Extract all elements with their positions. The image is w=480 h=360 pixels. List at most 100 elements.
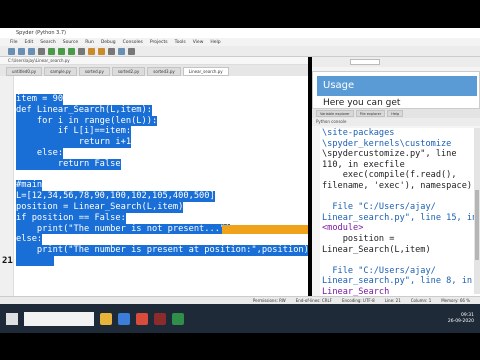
code-line[interactable]: return i+1 bbox=[16, 137, 132, 148]
code-line[interactable]: else: bbox=[16, 148, 64, 159]
code-line[interactable]: return False bbox=[16, 158, 121, 170]
pane-tab[interactable]: Help bbox=[387, 110, 404, 117]
edge-icon[interactable] bbox=[118, 312, 130, 325]
editor-tabs: untitled0.py sample.py sorted.py sorted2.py… bbox=[0, 65, 308, 76]
code-line[interactable]: else: bbox=[16, 234, 43, 246]
code-line[interactable]: print("The number is present at position… bbox=[16, 245, 308, 256]
editor-tab[interactable]: Linear_search.py bbox=[182, 67, 229, 76]
new-file-icon[interactable] bbox=[8, 47, 15, 55]
console-tab[interactable]: Python console bbox=[312, 118, 480, 126]
open-file-icon[interactable] bbox=[18, 47, 25, 55]
run-cell-icon[interactable] bbox=[58, 47, 65, 55]
editor-tab[interactable]: sorted.py bbox=[78, 67, 110, 76]
code-line[interactable]: #main bbox=[16, 180, 43, 192]
status-item: Permissions: RW bbox=[252, 298, 286, 303]
console-line: Linear_Search(L,item) bbox=[322, 244, 431, 255]
code-line[interactable]: for i in range(len(L)): bbox=[16, 115, 158, 127]
code-line[interactable]: L=[12,34,56,78,90,100,102,105,400,500] bbox=[16, 191, 215, 202]
run-icon[interactable] bbox=[48, 47, 55, 55]
code-line[interactable]: position = Linear_Search(L,item) bbox=[16, 202, 184, 213]
console-line: \site-packages bbox=[322, 128, 395, 138]
python-path-icon[interactable] bbox=[128, 47, 135, 55]
menu-item-help[interactable]: Help bbox=[210, 40, 220, 45]
save-all-icon[interactable] bbox=[38, 47, 45, 55]
editor-tab[interactable]: sorted3.py bbox=[147, 67, 181, 76]
menu-item-file[interactable]: File bbox=[10, 40, 18, 45]
status-item: Encoding: UTF-8 bbox=[341, 298, 375, 303]
help-heading: Usage bbox=[317, 76, 477, 96]
current-line-highlight bbox=[16, 256, 54, 266]
menu-item-run[interactable]: Run bbox=[85, 40, 94, 45]
menu-bar: File Edit Search Source Run Debug Consoles Proj… bbox=[0, 38, 480, 46]
code-line[interactable]: if L[i]==item: bbox=[16, 126, 132, 138]
window-title: Spyder (Python 3.7) bbox=[0, 28, 480, 38]
console-line: Linear_search.py", line 15, in bbox=[322, 212, 478, 223]
console-line: Linear_Search bbox=[322, 287, 390, 296]
chrome-icon[interactable] bbox=[136, 312, 148, 325]
status-bar: Permissions: RW End-of-lines: CRLF Encodin… bbox=[0, 296, 480, 304]
preferences-icon[interactable] bbox=[118, 47, 125, 55]
help-pane: Usage Here you can get bbox=[312, 71, 480, 109]
run-cell-advance-icon[interactable] bbox=[68, 47, 75, 55]
help-search-input[interactable] bbox=[350, 59, 380, 65]
occurrence-highlight bbox=[222, 224, 308, 234]
code-line[interactable]: if position == False: bbox=[16, 212, 126, 224]
windows-start-icon[interactable] bbox=[6, 312, 18, 325]
right-panes: Usage Here you can get Variable explorer… bbox=[312, 57, 480, 296]
screen: Spyder (Python 3.7) File Edit Search Source… bbox=[0, 0, 480, 360]
console-line: Linear_search.py", line 8, in bbox=[322, 276, 473, 287]
code-line[interactable]: item = 90 bbox=[16, 94, 64, 105]
menu-item-edit[interactable]: Edit bbox=[25, 40, 34, 45]
console-line: filename, 'exec'), namespace) bbox=[322, 181, 473, 191]
file-path: C:\Users\ajay\Linear_search.py bbox=[0, 57, 308, 65]
menu-item-projects[interactable]: Projects bbox=[150, 40, 168, 45]
taskbar-clock[interactable]: 09:31 26-09-2020 bbox=[448, 313, 480, 325]
pane-tab[interactable]: File explorer bbox=[355, 110, 386, 117]
status-item: Line: 21 bbox=[384, 298, 401, 303]
code-editor[interactable]: item = 90 def Linear_Search(L,item): for … bbox=[0, 76, 308, 296]
console-line: 110, in execfile bbox=[322, 159, 405, 170]
save-icon[interactable] bbox=[28, 47, 35, 55]
step-icon[interactable] bbox=[88, 47, 95, 55]
letterbox-top bbox=[0, 0, 480, 28]
spyder-icon[interactable] bbox=[154, 312, 166, 325]
console-line: File "C:/Users/ajay/ bbox=[322, 265, 436, 276]
letterbox-bottom bbox=[0, 333, 480, 360]
menu-item-source[interactable]: Source bbox=[63, 40, 78, 45]
file-explorer-icon[interactable] bbox=[100, 312, 112, 325]
console-scroll-thumb[interactable] bbox=[475, 190, 479, 260]
help-toolbar bbox=[312, 57, 480, 67]
app-icon[interactable] bbox=[172, 312, 184, 325]
pane-tab[interactable]: Variable explorer bbox=[316, 110, 354, 117]
taskbar-search-box[interactable] bbox=[24, 311, 94, 326]
taskbar: 09:31 26-09-2020 bbox=[0, 304, 480, 333]
menu-item-tools[interactable]: Tools bbox=[175, 40, 186, 45]
clock-date: 26-09-2020 bbox=[447, 318, 474, 324]
stop-icon[interactable] bbox=[98, 47, 105, 55]
status-item: End-of-lines: CRLF bbox=[295, 298, 332, 303]
console-line: \spyder_kernels\customize bbox=[322, 138, 452, 149]
maximize-pane-icon[interactable] bbox=[108, 47, 115, 55]
code-line[interactable]: print("The number is not present...") bbox=[16, 223, 231, 235]
menu-item-debug[interactable]: Debug bbox=[101, 40, 116, 45]
editor-tab[interactable]: sample.py bbox=[44, 67, 77, 76]
console-line: \spydercustomize.py", line bbox=[322, 149, 457, 160]
console-line: <module> bbox=[322, 223, 364, 234]
menu-item-consoles[interactable]: Consoles bbox=[123, 40, 143, 45]
console-output[interactable]: \site-packages \spyder_kernels\customize \… bbox=[320, 128, 480, 296]
code-line[interactable]: def Linear_Search(L,item): bbox=[16, 104, 152, 116]
console-line: File "C:/Users/ajay/ bbox=[322, 202, 436, 213]
console-line: position = bbox=[322, 234, 395, 244]
status-item: Column: 1 bbox=[410, 298, 432, 303]
menu-item-view[interactable]: View bbox=[193, 40, 204, 45]
toolbar bbox=[0, 46, 480, 57]
editor-tab[interactable]: untitled0.py bbox=[6, 67, 43, 76]
debug-icon[interactable] bbox=[78, 47, 85, 55]
console-line: exec(compile(f.read(), bbox=[322, 170, 457, 181]
menu-item-search[interactable]: Search bbox=[40, 40, 55, 45]
editor-tab[interactable]: sorted2.py bbox=[111, 67, 146, 76]
current-line-number: 21 bbox=[2, 256, 13, 266]
help-text: Here you can get bbox=[323, 98, 401, 108]
pane-tabs: Variable explorer File explorer Help bbox=[312, 109, 480, 118]
status-item: Memory: 66 % bbox=[441, 298, 470, 303]
